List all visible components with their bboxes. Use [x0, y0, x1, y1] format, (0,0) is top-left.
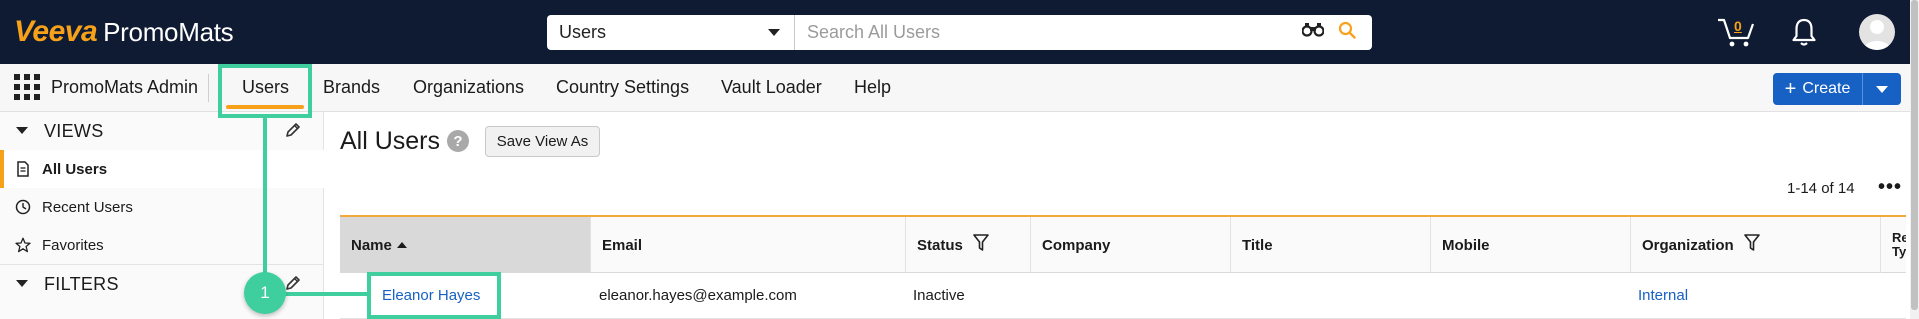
nav-divider	[208, 74, 209, 102]
sidebar-item-recent-users[interactable]: Recent Users	[0, 188, 324, 226]
star-icon	[15, 237, 31, 253]
column-header-company[interactable]: Company	[1031, 217, 1231, 273]
user-status: Inactive	[913, 287, 965, 304]
notifications-bell-icon[interactable]	[1791, 17, 1817, 52]
cart-button[interactable]: 0	[1716, 14, 1760, 50]
collapse-triangle-icon	[16, 280, 28, 287]
column-header-mobile[interactable]: Mobile	[1431, 217, 1631, 273]
column-label: Name	[351, 236, 392, 254]
column-label: Company	[1042, 236, 1111, 254]
logo-brand: Veeva	[14, 15, 98, 48]
tab-country-settings[interactable]: Country Settings	[556, 77, 689, 98]
table-header: Name Email Status Company Title Mobile O…	[340, 215, 1906, 273]
column-header-record-type[interactable]: Re Ty	[1881, 217, 1906, 273]
column-header-title[interactable]: Title	[1231, 217, 1431, 273]
page-scrollbar[interactable]	[1910, 0, 1919, 319]
column-header-status[interactable]: Status	[906, 217, 1031, 273]
column-header-name[interactable]: Name	[340, 217, 591, 273]
binoculars-icon[interactable]	[1301, 23, 1325, 42]
save-view-as-button[interactable]: Save View As	[485, 126, 600, 157]
sidebar-item-favorites[interactable]: Favorites	[0, 226, 324, 264]
logo-product: PromoMats	[103, 16, 234, 47]
column-label: Organization	[1642, 236, 1734, 254]
sort-ascending-icon	[396, 242, 407, 248]
table-row[interactable]: Eleanor Hayes eleanor.hayes@example.com …	[340, 273, 1906, 319]
filter-icon[interactable]	[1743, 234, 1760, 256]
tab-organizations[interactable]: Organizations	[413, 77, 524, 98]
top-header: Veeva PromoMats Users 0	[0, 0, 1919, 64]
user-avatar[interactable]	[1859, 14, 1895, 50]
filter-icon[interactable]	[973, 234, 989, 256]
tab-help[interactable]: Help	[854, 77, 891, 98]
user-organization-link[interactable]: Internal	[1638, 287, 1688, 304]
filters-label: FILTERS	[44, 273, 119, 294]
create-button[interactable]: + Create	[1773, 73, 1863, 105]
sidebar-item-all-users[interactable]: All Users	[0, 150, 324, 188]
users-table: Name Email Status Company Title Mobile O…	[340, 215, 1906, 319]
cart-icon	[1716, 18, 1756, 52]
clock-icon	[15, 199, 31, 215]
user-email: eleanor.hayes@example.com	[599, 287, 797, 304]
global-search: Users	[547, 15, 1372, 50]
highlight-box-user-name	[367, 272, 501, 319]
column-header-email[interactable]: Email	[591, 217, 906, 273]
document-icon	[15, 161, 31, 177]
collapse-triangle-icon	[16, 127, 28, 134]
create-button-group: + Create	[1773, 73, 1901, 105]
create-dropdown-button[interactable]	[1863, 73, 1901, 105]
column-label: Email	[602, 236, 643, 254]
scrollbar-thumb[interactable]	[1911, 0, 1918, 310]
views-label: VIEWS	[44, 120, 104, 141]
pencil-icon[interactable]	[285, 122, 301, 143]
app-name: PromoMats Admin	[51, 77, 199, 97]
column-header-organization[interactable]: Organization	[1631, 217, 1881, 273]
search-input[interactable]	[795, 15, 1302, 50]
sidebar-item-label: All Users	[42, 160, 108, 178]
more-actions-icon[interactable]: •••	[1878, 176, 1902, 199]
app-launcher-grid-icon[interactable]	[14, 74, 42, 102]
create-label: Create	[1802, 80, 1851, 97]
step-number-badge: 1	[244, 272, 286, 314]
plus-icon: +	[1784, 78, 1797, 100]
column-label: Mobile	[1442, 236, 1490, 254]
sidebar-item-label: Recent Users	[42, 198, 133, 216]
highlight-box-users-tab	[218, 64, 312, 118]
chevron-down-icon	[768, 29, 780, 36]
cart-count-badge: 0	[1734, 18, 1742, 34]
annotation-connector-line	[263, 118, 267, 276]
help-icon[interactable]: ?	[447, 130, 469, 152]
page-title: All Users	[340, 127, 441, 155]
veeva-promomats-logo[interactable]: Veeva PromoMats	[14, 14, 234, 50]
annotation-connector-line	[284, 292, 368, 296]
tab-brands[interactable]: Brands	[323, 77, 380, 98]
search-icon[interactable]	[1338, 21, 1356, 44]
tab-vault-loader[interactable]: Vault Loader	[721, 77, 822, 98]
search-scope-select[interactable]: Users	[547, 15, 795, 50]
sidebar-item-label: Favorites	[42, 236, 104, 254]
chevron-down-icon	[1876, 85, 1888, 93]
column-label: Title	[1242, 236, 1273, 254]
record-count: 1-14 of 14	[1787, 180, 1855, 197]
column-label: Status	[917, 236, 963, 254]
search-scope-value: Users	[559, 22, 607, 42]
column-label: Re Ty	[1892, 230, 1906, 259]
